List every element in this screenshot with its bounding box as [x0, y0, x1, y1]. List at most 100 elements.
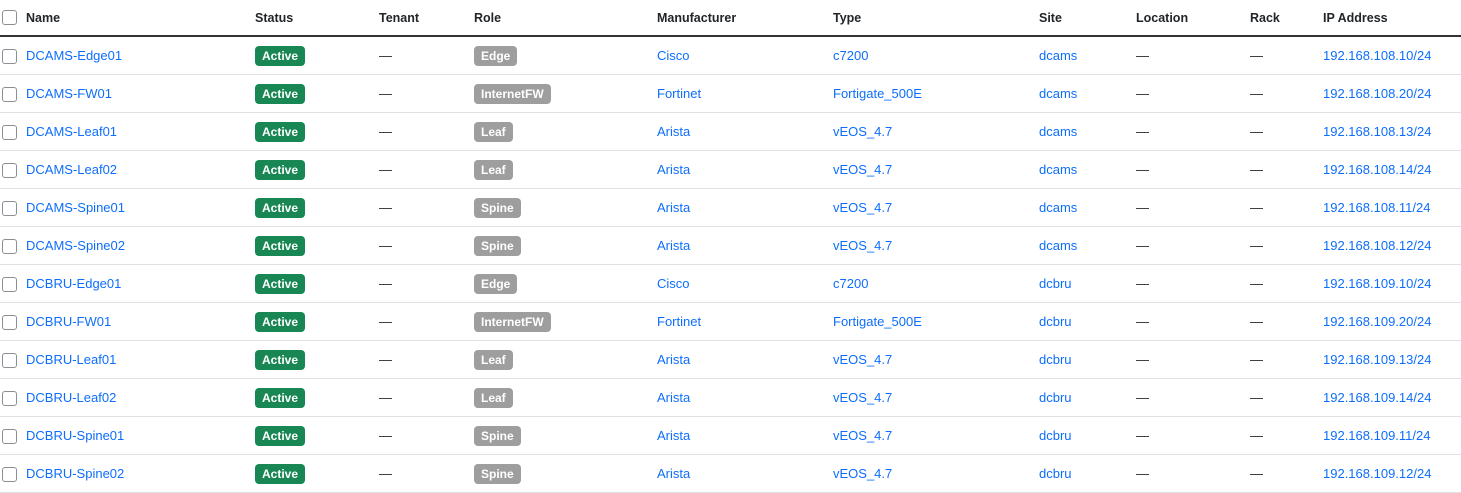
row-checkbox[interactable] — [2, 238, 17, 254]
ip-address-link[interactable]: 192.168.109.20/24 — [1323, 314, 1431, 329]
device-type-link[interactable]: vEOS_4.7 — [833, 238, 892, 253]
device-type-link[interactable]: vEOS_4.7 — [833, 466, 892, 481]
row-checkbox[interactable] — [2, 86, 17, 102]
column-header-site[interactable]: Site — [1039, 0, 1136, 37]
role-badge[interactable]: Spine — [474, 235, 521, 256]
site-link[interactable]: dcbru — [1039, 466, 1072, 481]
row-checkbox[interactable] — [2, 314, 17, 330]
select-cell — [0, 378, 26, 417]
device-name-link[interactable]: DCBRU-Edge01 — [26, 276, 121, 291]
site-link[interactable]: dcams — [1039, 124, 1077, 139]
select-all-checkbox[interactable] — [2, 10, 17, 26]
row-checkbox[interactable] — [2, 48, 17, 64]
device-type-link[interactable]: vEOS_4.7 — [833, 162, 892, 177]
site-link[interactable]: dcbru — [1039, 314, 1072, 329]
role-badge[interactable]: Edge — [474, 45, 518, 66]
manufacturer-link[interactable]: Fortinet — [657, 86, 701, 101]
role-badge[interactable]: Spine — [474, 197, 521, 218]
manufacturer-link[interactable]: Arista — [657, 124, 690, 139]
column-header-role[interactable]: Role — [474, 0, 657, 37]
device-name-link[interactable]: DCAMS-Leaf01 — [26, 124, 117, 139]
ip-address-link[interactable]: 192.168.108.12/24 — [1323, 238, 1431, 253]
device-type-link[interactable]: vEOS_4.7 — [833, 390, 892, 405]
device-name-link[interactable]: DCAMS-Edge01 — [26, 48, 122, 63]
role-badge[interactable]: Spine — [474, 463, 521, 484]
ip-address-link[interactable]: 192.168.108.10/24 — [1323, 48, 1431, 63]
device-type-link[interactable]: c7200 — [833, 48, 868, 63]
role-badge[interactable]: Leaf — [474, 349, 513, 370]
row-checkbox[interactable] — [2, 162, 17, 178]
row-checkbox[interactable] — [2, 390, 17, 406]
device-type-link[interactable]: vEOS_4.7 — [833, 124, 892, 139]
row-checkbox[interactable] — [2, 124, 17, 140]
column-header-rack[interactable]: Rack — [1250, 0, 1323, 37]
column-header-tenant[interactable]: Tenant — [379, 0, 474, 37]
site-link[interactable]: dcams — [1039, 238, 1077, 253]
manufacturer-link[interactable]: Fortinet — [657, 314, 701, 329]
site-link[interactable]: dcbru — [1039, 428, 1072, 443]
row-checkbox[interactable] — [2, 466, 17, 482]
device-type-link[interactable]: c7200 — [833, 276, 868, 291]
ip-address-link[interactable]: 192.168.108.11/24 — [1323, 200, 1430, 215]
role-badge[interactable]: InternetFW — [474, 83, 551, 104]
ip-address-link[interactable]: 192.168.109.10/24 — [1323, 276, 1431, 291]
device-type-link[interactable]: Fortigate_500E — [833, 86, 922, 101]
device-name-link[interactable]: DCBRU-FW01 — [26, 314, 111, 329]
site-link[interactable]: dcams — [1039, 200, 1077, 215]
ip-address-link[interactable]: 192.168.108.14/24 — [1323, 162, 1431, 177]
row-checkbox[interactable] — [2, 200, 17, 216]
row-checkbox[interactable] — [2, 276, 17, 292]
device-type-link[interactable]: Fortigate_500E — [833, 314, 922, 329]
device-name-link[interactable]: DCAMS-FW01 — [26, 86, 112, 101]
manufacturer-link[interactable]: Arista — [657, 200, 690, 215]
name-cell: DCAMS-Spine01 — [26, 188, 255, 227]
role-badge[interactable]: InternetFW — [474, 311, 551, 332]
ip-address-link[interactable]: 192.168.109.13/24 — [1323, 352, 1431, 367]
column-header-type[interactable]: Type — [833, 0, 1039, 37]
role-badge[interactable]: Leaf — [474, 387, 513, 408]
manufacturer-link[interactable]: Arista — [657, 428, 690, 443]
role-badge[interactable]: Edge — [474, 273, 518, 294]
site-link[interactable]: dcbru — [1039, 276, 1072, 291]
row-checkbox[interactable] — [2, 352, 17, 368]
manufacturer-link[interactable]: Arista — [657, 238, 690, 253]
manufacturer-link[interactable]: Cisco — [657, 48, 690, 63]
device-name-link[interactable]: DCBRU-Leaf01 — [26, 352, 116, 367]
role-badge[interactable]: Spine — [474, 425, 521, 446]
role-badge[interactable]: Leaf — [474, 159, 513, 180]
ip-address-link[interactable]: 192.168.109.11/24 — [1323, 428, 1430, 443]
device-type-link[interactable]: vEOS_4.7 — [833, 200, 892, 215]
site-link[interactable]: dcams — [1039, 48, 1077, 63]
device-name-link[interactable]: DCAMS-Spine02 — [26, 238, 125, 253]
ip-address-link[interactable]: 192.168.108.20/24 — [1323, 86, 1431, 101]
manufacturer-link[interactable]: Cisco — [657, 276, 690, 291]
status-cell: Active — [255, 454, 379, 493]
manufacturer-link[interactable]: Arista — [657, 466, 690, 481]
device-name-link[interactable]: DCBRU-Spine02 — [26, 466, 124, 481]
role-cell: Leaf — [474, 150, 657, 189]
ip-address-link[interactable]: 192.168.109.14/24 — [1323, 390, 1431, 405]
site-link[interactable]: dcbru — [1039, 352, 1072, 367]
device-name-link[interactable]: DCAMS-Spine01 — [26, 200, 125, 215]
column-header-name[interactable]: Name — [26, 0, 255, 37]
ip-address-link[interactable]: 192.168.109.12/24 — [1323, 466, 1431, 481]
device-name-link[interactable]: DCAMS-Leaf02 — [26, 162, 117, 177]
ip-address-link[interactable]: 192.168.108.13/24 — [1323, 124, 1431, 139]
row-checkbox[interactable] — [2, 428, 17, 444]
manufacturer-link[interactable]: Arista — [657, 352, 690, 367]
column-header-manufacturer[interactable]: Manufacturer — [657, 0, 833, 37]
role-cell: Spine — [474, 188, 657, 227]
column-header-location[interactable]: Location — [1136, 0, 1250, 37]
column-header-ip-address[interactable]: IP Address — [1323, 0, 1461, 37]
role-badge[interactable]: Leaf — [474, 121, 513, 142]
device-type-link[interactable]: vEOS_4.7 — [833, 428, 892, 443]
site-link[interactable]: dcams — [1039, 86, 1077, 101]
device-name-link[interactable]: DCBRU-Leaf02 — [26, 390, 116, 405]
site-link[interactable]: dcbru — [1039, 390, 1072, 405]
site-link[interactable]: dcams — [1039, 162, 1077, 177]
column-header-status[interactable]: Status — [255, 0, 379, 37]
manufacturer-link[interactable]: Arista — [657, 162, 690, 177]
device-type-link[interactable]: vEOS_4.7 — [833, 352, 892, 367]
manufacturer-link[interactable]: Arista — [657, 390, 690, 405]
device-name-link[interactable]: DCBRU-Spine01 — [26, 428, 124, 443]
